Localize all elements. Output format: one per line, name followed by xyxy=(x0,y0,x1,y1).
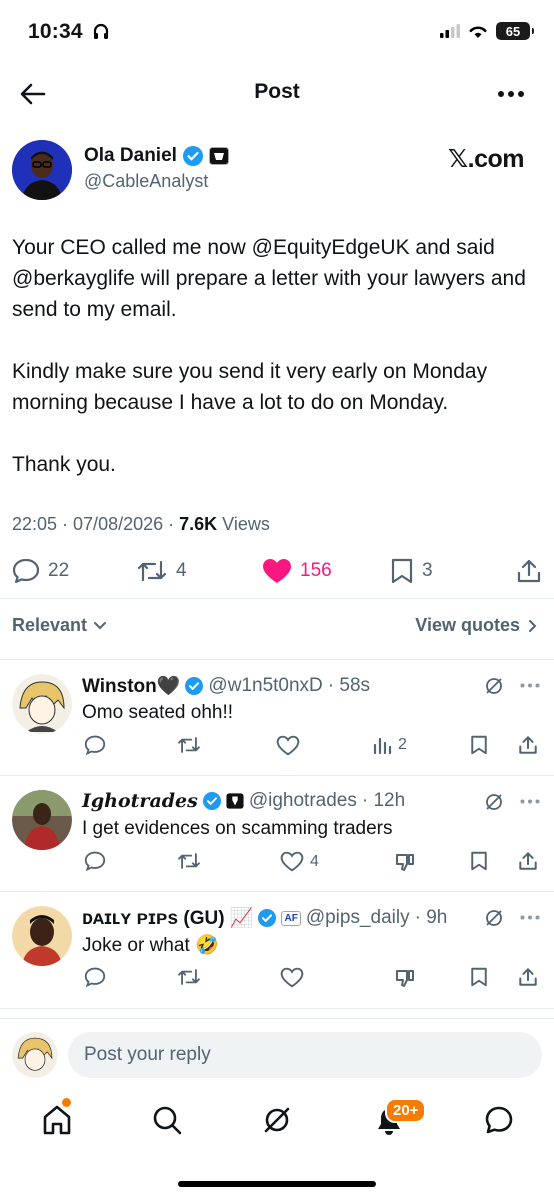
bookmark-icon[interactable] xyxy=(470,967,488,987)
heart-icon[interactable] xyxy=(280,967,304,988)
reply-author-name[interactable]: Ighotrades xyxy=(82,790,198,812)
headphones-icon xyxy=(93,23,108,39)
share-icon[interactable] xyxy=(516,558,542,584)
post-paragraph: Kindly make sure you send it very early … xyxy=(12,360,488,414)
views-chart-icon xyxy=(373,737,392,755)
reply-author-handle[interactable]: @ighotrades xyxy=(249,790,357,812)
status-time: 10:34 xyxy=(28,20,110,44)
verified-badge-icon xyxy=(202,792,221,810)
reply-text: Omo seated ohh!! xyxy=(82,702,234,723)
like-button[interactable]: 4 xyxy=(280,851,319,872)
reply-icon[interactable] xyxy=(84,851,106,871)
verified-badge-icon xyxy=(182,146,203,166)
post-paragraph: Thank you. xyxy=(12,453,116,476)
home-icon[interactable] xyxy=(42,1104,72,1136)
source-label: 𝕏.com xyxy=(448,145,525,173)
reply-time: · 9h xyxy=(414,907,448,928)
heart-icon[interactable] xyxy=(276,735,300,756)
affiliate-badge: AF xyxy=(281,910,301,926)
reply-author-handle[interactable]: @pips_daily xyxy=(306,907,410,929)
grok-icon[interactable] xyxy=(484,676,504,696)
more-options-icon[interactable] xyxy=(520,915,540,920)
reply-icon[interactable] xyxy=(84,735,106,755)
verified-badge-icon xyxy=(258,909,277,927)
downvote-icon[interactable] xyxy=(394,967,416,989)
chevron-down-icon xyxy=(94,621,107,629)
divider xyxy=(0,775,554,776)
divider xyxy=(0,659,554,660)
wifi-icon xyxy=(469,26,487,38)
reply-author-handle[interactable]: @w1n5t0nxD xyxy=(208,675,322,697)
home-indicator xyxy=(178,1181,376,1187)
share-icon[interactable] xyxy=(518,967,538,987)
reply-button[interactable]: 22 xyxy=(12,558,69,584)
reply-text: I get evidences on scamming traders xyxy=(82,818,393,839)
divider xyxy=(0,598,554,599)
composer-avatar xyxy=(12,1032,58,1078)
divider xyxy=(0,891,554,892)
views-button[interactable]: 2 xyxy=(372,735,407,755)
views-count[interactable]: 7.6K xyxy=(179,514,217,534)
reply-avatar[interactable] xyxy=(12,906,72,966)
views-label: Views xyxy=(217,514,270,534)
status-indicators: 65 xyxy=(440,22,534,40)
more-options-icon[interactable] xyxy=(520,799,540,804)
grok-icon[interactable] xyxy=(484,908,504,928)
author-name[interactable]: Ola Daniel xyxy=(84,145,229,167)
reply-author-name[interactable]: ᴅᴀɪʟʏ ᴘɪᴘs (GU) 📈 xyxy=(82,906,253,930)
reply-text: Joke or what 🤣 xyxy=(82,935,219,956)
affiliate-badge-icon xyxy=(226,793,244,809)
notifications-badge: 20+ xyxy=(385,1098,427,1123)
more-options-icon[interactable] xyxy=(520,683,540,688)
post-paragraph: Your CEO called me now @EquityEdgeUK and… xyxy=(12,236,526,321)
author-avatar[interactable] xyxy=(12,140,72,200)
post-meta: 22:05 · 07/08/2026 · 7.6K Views xyxy=(12,514,270,535)
view-quotes-link[interactable]: View quotes xyxy=(415,615,538,636)
bookmark-icon[interactable] xyxy=(470,851,488,871)
messages-icon[interactable] xyxy=(484,1105,514,1135)
reply-time: · 58s xyxy=(327,675,371,696)
bookmark-button[interactable]: 3 xyxy=(390,558,433,584)
reply-header: Winston🖤 @w1n5t0nxD · 58s xyxy=(82,674,370,698)
repost-icon[interactable] xyxy=(176,735,202,755)
post-timestamp: 22:05 · 07/08/2026 · xyxy=(12,514,180,534)
author-handle[interactable]: @CableAnalyst xyxy=(84,171,208,192)
like-button[interactable]: 156 xyxy=(262,558,332,584)
verified-badge-icon xyxy=(185,677,204,695)
divider xyxy=(0,1018,554,1019)
reply-icon xyxy=(12,558,40,584)
heart-icon xyxy=(280,851,304,872)
reply-input[interactable]: Post your reply xyxy=(68,1032,542,1078)
share-icon[interactable] xyxy=(518,851,538,871)
heart-filled-icon xyxy=(263,559,291,583)
repost-icon[interactable] xyxy=(176,851,202,871)
post-text: Your CEO called me now @EquityEdgeUK and… xyxy=(12,232,542,511)
reply-header: Ighotrades @ighotrades · 12h xyxy=(82,790,405,812)
reply-avatar[interactable] xyxy=(12,790,72,850)
repost-button[interactable]: 4 xyxy=(136,558,187,584)
more-options-icon[interactable] xyxy=(498,91,524,97)
grok-icon[interactable] xyxy=(262,1105,292,1135)
reply-avatar[interactable] xyxy=(12,674,72,734)
reply-time: · 12h xyxy=(361,790,406,811)
bookmark-icon[interactable] xyxy=(470,735,488,755)
signal-icon xyxy=(440,24,460,38)
downvote-icon[interactable] xyxy=(394,851,416,873)
repost-icon xyxy=(137,560,167,582)
affiliate-badge-icon xyxy=(208,147,229,165)
reply-header: ᴅᴀɪʟʏ ᴘɪᴘs (GU) 📈 AF @pips_daily · 9h xyxy=(82,906,447,930)
sort-dropdown[interactable]: Relevant xyxy=(12,615,107,636)
grok-icon[interactable] xyxy=(484,792,504,812)
reply-author-name[interactable]: Winston🖤 xyxy=(82,674,180,698)
home-notification-dot xyxy=(62,1098,71,1107)
share-icon[interactable] xyxy=(518,735,538,755)
divider xyxy=(0,1008,554,1009)
reply-icon[interactable] xyxy=(84,967,106,987)
chevron-right-icon xyxy=(529,619,537,632)
bookmark-icon xyxy=(391,558,413,584)
battery-indicator: 65 xyxy=(496,22,534,40)
repost-icon[interactable] xyxy=(176,967,202,987)
search-icon[interactable] xyxy=(152,1105,182,1135)
page-title: Post xyxy=(254,80,300,103)
